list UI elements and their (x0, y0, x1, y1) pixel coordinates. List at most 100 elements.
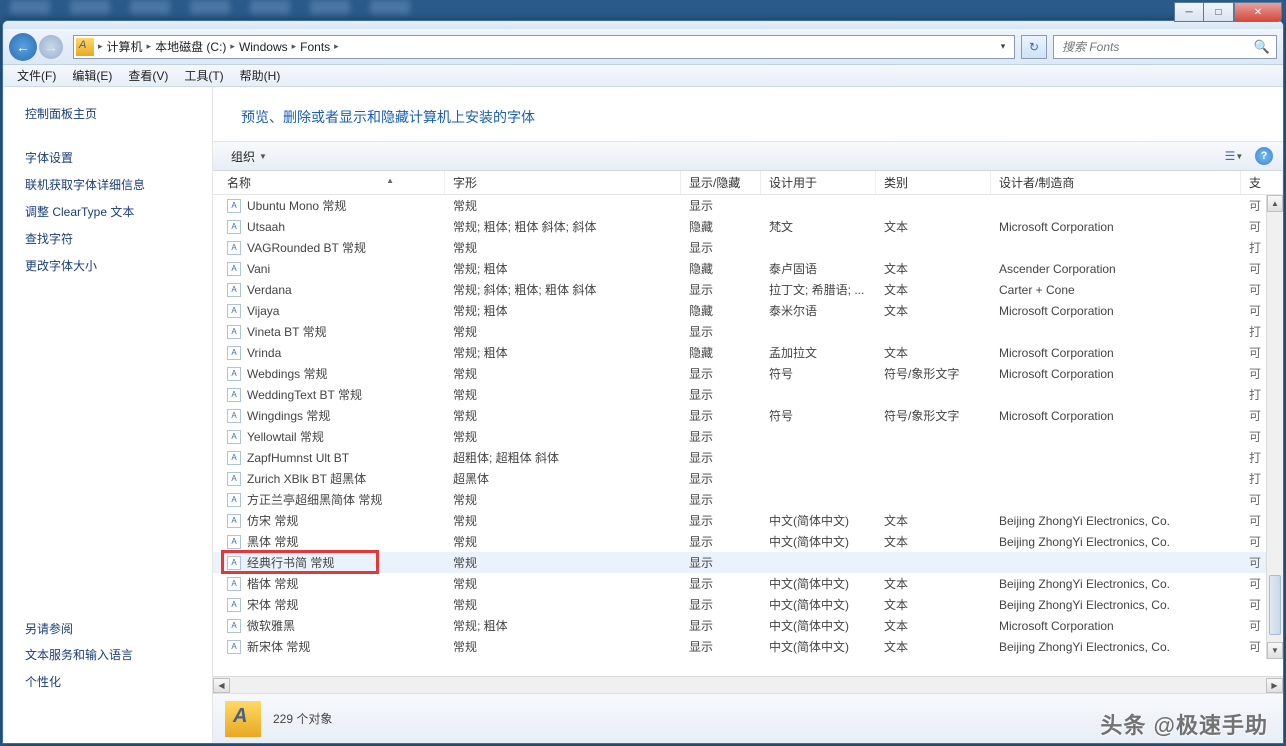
font-show-cell: 显示 (681, 449, 761, 466)
sidebar-font-size[interactable]: 更改字体大小 (3, 252, 212, 279)
font-row[interactable]: A黑体 常规常规显示中文(简体中文)文本Beijing ZhongYi Elec… (213, 531, 1283, 552)
font-file-icon: A (227, 409, 241, 423)
font-row[interactable]: A微软雅黑常规; 粗体显示中文(简体中文)文本Microsoft Corpora… (213, 615, 1283, 636)
font-name-cell: A微软雅黑 (213, 617, 445, 634)
col-shape[interactable]: 字形 (445, 171, 681, 194)
vertical-scrollbar[interactable]: ▲ ▼ (1266, 195, 1283, 659)
font-row[interactable]: A仿宋 常规常规显示中文(简体中文)文本Beijing ZhongYi Elec… (213, 510, 1283, 531)
font-row[interactable]: AWingdings 常规常规显示符号符号/象形文字Microsoft Corp… (213, 405, 1283, 426)
font-row[interactable]: A宋体 常规常规显示中文(简体中文)文本Beijing ZhongYi Elec… (213, 594, 1283, 615)
font-row[interactable]: AYellowtail 常规常规显示可 (213, 426, 1283, 447)
font-extra-cell: 打 (1241, 323, 1261, 340)
col-extra[interactable]: 支 (1241, 171, 1283, 194)
navbar: ← → ▸ 计算机 ▸ 本地磁盘 (C:) ▸ Windows ▸ Fonts … (3, 29, 1283, 65)
col-cat[interactable]: 类别 (876, 171, 991, 194)
menu-view[interactable]: 查看(V) (120, 67, 176, 84)
explorer-window: ← → ▸ 计算机 ▸ 本地磁盘 (C:) ▸ Windows ▸ Fonts … (2, 20, 1284, 744)
breadcrumb-drive[interactable]: 本地磁盘 (C:) (151, 38, 230, 55)
font-row[interactable]: A经典行书简 常规常规显示可 (213, 552, 1283, 573)
font-file-icon: A (227, 262, 241, 276)
font-shape-cell: 常规 (445, 197, 681, 214)
font-row[interactable]: AVAGRounded BT 常规常规显示打 (213, 237, 1283, 258)
scroll-up-button[interactable]: ▲ (1267, 195, 1283, 212)
font-extra-cell: 可 (1241, 302, 1261, 319)
font-name-cell: AVijaya (213, 304, 445, 318)
font-cat-cell: 文本 (876, 575, 991, 592)
col-show[interactable]: 显示/隐藏 (681, 171, 761, 194)
toolbar: 组织 ▼ ☰ ▼ ? (213, 141, 1283, 171)
sidebar-find-char[interactable]: 查找字符 (3, 225, 212, 252)
titlebar[interactable] (3, 21, 1283, 29)
refresh-button[interactable]: ↻ (1021, 35, 1047, 59)
view-options-button[interactable]: ☰ ▼ (1223, 148, 1245, 164)
font-lang-cell: 中文(简体中文) (761, 575, 876, 592)
breadcrumb-windows[interactable]: Windows (235, 40, 292, 54)
sidebar-font-settings[interactable]: 字体设置 (3, 144, 212, 171)
search-box[interactable]: 🔍 (1053, 35, 1277, 59)
col-maker[interactable]: 设计者/制造商 (991, 171, 1241, 194)
chevron-right-icon[interactable]: ▸ (334, 41, 339, 52)
font-row[interactable]: AZapfHumnst Ult BT超粗体; 超粗体 斜体显示打 (213, 447, 1283, 468)
search-icon[interactable]: 🔍 (1254, 39, 1270, 55)
font-shape-cell: 常规 (445, 239, 681, 256)
sidebar-home[interactable]: 控制面板主页 (3, 101, 212, 126)
font-show-cell: 显示 (681, 533, 761, 550)
back-button[interactable]: ← (9, 33, 37, 61)
font-extra-cell: 可 (1241, 491, 1261, 508)
sidebar-personalize[interactable]: 个性化 (3, 668, 213, 695)
font-row[interactable]: A楷体 常规常规显示中文(简体中文)文本Beijing ZhongYi Elec… (213, 573, 1283, 594)
font-file-icon: A (227, 619, 241, 633)
font-name-cell: AVrinda (213, 346, 445, 360)
font-cat-cell: 文本 (876, 344, 991, 361)
font-row[interactable]: AWeddingText BT 常规常规显示打 (213, 384, 1283, 405)
menu-help[interactable]: 帮助(H) (232, 67, 289, 84)
forward-button[interactable]: → (39, 35, 63, 59)
font-file-icon: A (227, 451, 241, 465)
font-lang-cell: 梵文 (761, 218, 876, 235)
menu-edit[interactable]: 编辑(E) (64, 67, 120, 84)
sidebar-online-fonts[interactable]: 联机获取字体详细信息 (3, 171, 212, 198)
help-icon[interactable]: ? (1255, 147, 1273, 165)
font-extra-cell: 可 (1241, 428, 1261, 445)
font-row[interactable]: A方正兰亭超细黑简体 常规常规显示可 (213, 489, 1283, 510)
font-row[interactable]: AVerdana常规; 斜体; 粗体; 粗体 斜体显示拉丁文; 希腊语; ...… (213, 279, 1283, 300)
font-extra-cell: 可 (1241, 260, 1261, 277)
scroll-thumb[interactable] (1269, 575, 1281, 635)
font-file-icon: A (227, 325, 241, 339)
maximize-button[interactable]: □ (1204, 2, 1234, 22)
font-row[interactable]: AVrinda常规; 粗体隐藏孟加拉文文本Microsoft Corporati… (213, 342, 1283, 363)
font-show-cell: 显示 (681, 554, 761, 571)
menu-tools[interactable]: 工具(T) (176, 67, 231, 84)
font-row[interactable]: AUbuntu Mono 常规常规显示可 (213, 195, 1283, 216)
font-maker-cell: Microsoft Corporation (991, 304, 1241, 318)
font-row[interactable]: AUtsaah常规; 粗体; 粗体 斜体; 斜体隐藏梵文文本Microsoft … (213, 216, 1283, 237)
scroll-down-button[interactable]: ▼ (1267, 642, 1283, 659)
font-shape-cell: 常规 (445, 491, 681, 508)
font-name-cell: A方正兰亭超细黑简体 常规 (213, 491, 445, 508)
font-row[interactable]: A新宋体 常规常规显示中文(简体中文)文本Beijing ZhongYi Ele… (213, 636, 1283, 657)
sidebar-cleartype[interactable]: 调整 ClearType 文本 (3, 198, 212, 225)
col-name[interactable]: 名称▲ (213, 171, 445, 194)
address-dropdown[interactable]: ▾ (994, 41, 1012, 52)
font-lang-cell: 拉丁文; 希腊语; ... (761, 281, 876, 298)
font-row[interactable]: AZurich XBlk BT 超黑体超黑体显示打 (213, 468, 1283, 489)
breadcrumb-computer[interactable]: 计算机 (103, 38, 147, 55)
col-lang[interactable]: 设计用于 (761, 171, 876, 194)
scroll-left-button[interactable]: ◀ (213, 678, 230, 693)
watermark: 头条 @极速手助 (1100, 708, 1268, 740)
address-bar[interactable]: ▸ 计算机 ▸ 本地磁盘 (C:) ▸ Windows ▸ Fonts ▸ ▾ (73, 35, 1015, 59)
font-row[interactable]: AVani常规; 粗体隐藏泰卢固语文本Ascender Corporation可 (213, 258, 1283, 279)
sidebar-text-services[interactable]: 文本服务和输入语言 (3, 641, 213, 668)
breadcrumb-fonts[interactable]: Fonts (296, 40, 334, 54)
font-row[interactable]: AVineta BT 常规常规显示打 (213, 321, 1283, 342)
menu-file[interactable]: 文件(F) (9, 67, 64, 84)
search-input[interactable] (1060, 39, 1254, 55)
scroll-right-button[interactable]: ▶ (1266, 678, 1283, 693)
organize-button[interactable]: 组织 ▼ (223, 146, 275, 167)
horizontal-scrollbar[interactable]: ◀ ▶ (213, 676, 1283, 693)
minimize-button[interactable]: ─ (1174, 2, 1204, 22)
font-row[interactable]: AWebdings 常规常规显示符号符号/象形文字Microsoft Corpo… (213, 363, 1283, 384)
close-button[interactable]: ✕ (1234, 2, 1282, 22)
font-shape-cell: 常规 (445, 428, 681, 445)
font-row[interactable]: AVijaya常规; 粗体隐藏泰米尔语文本Microsoft Corporati… (213, 300, 1283, 321)
